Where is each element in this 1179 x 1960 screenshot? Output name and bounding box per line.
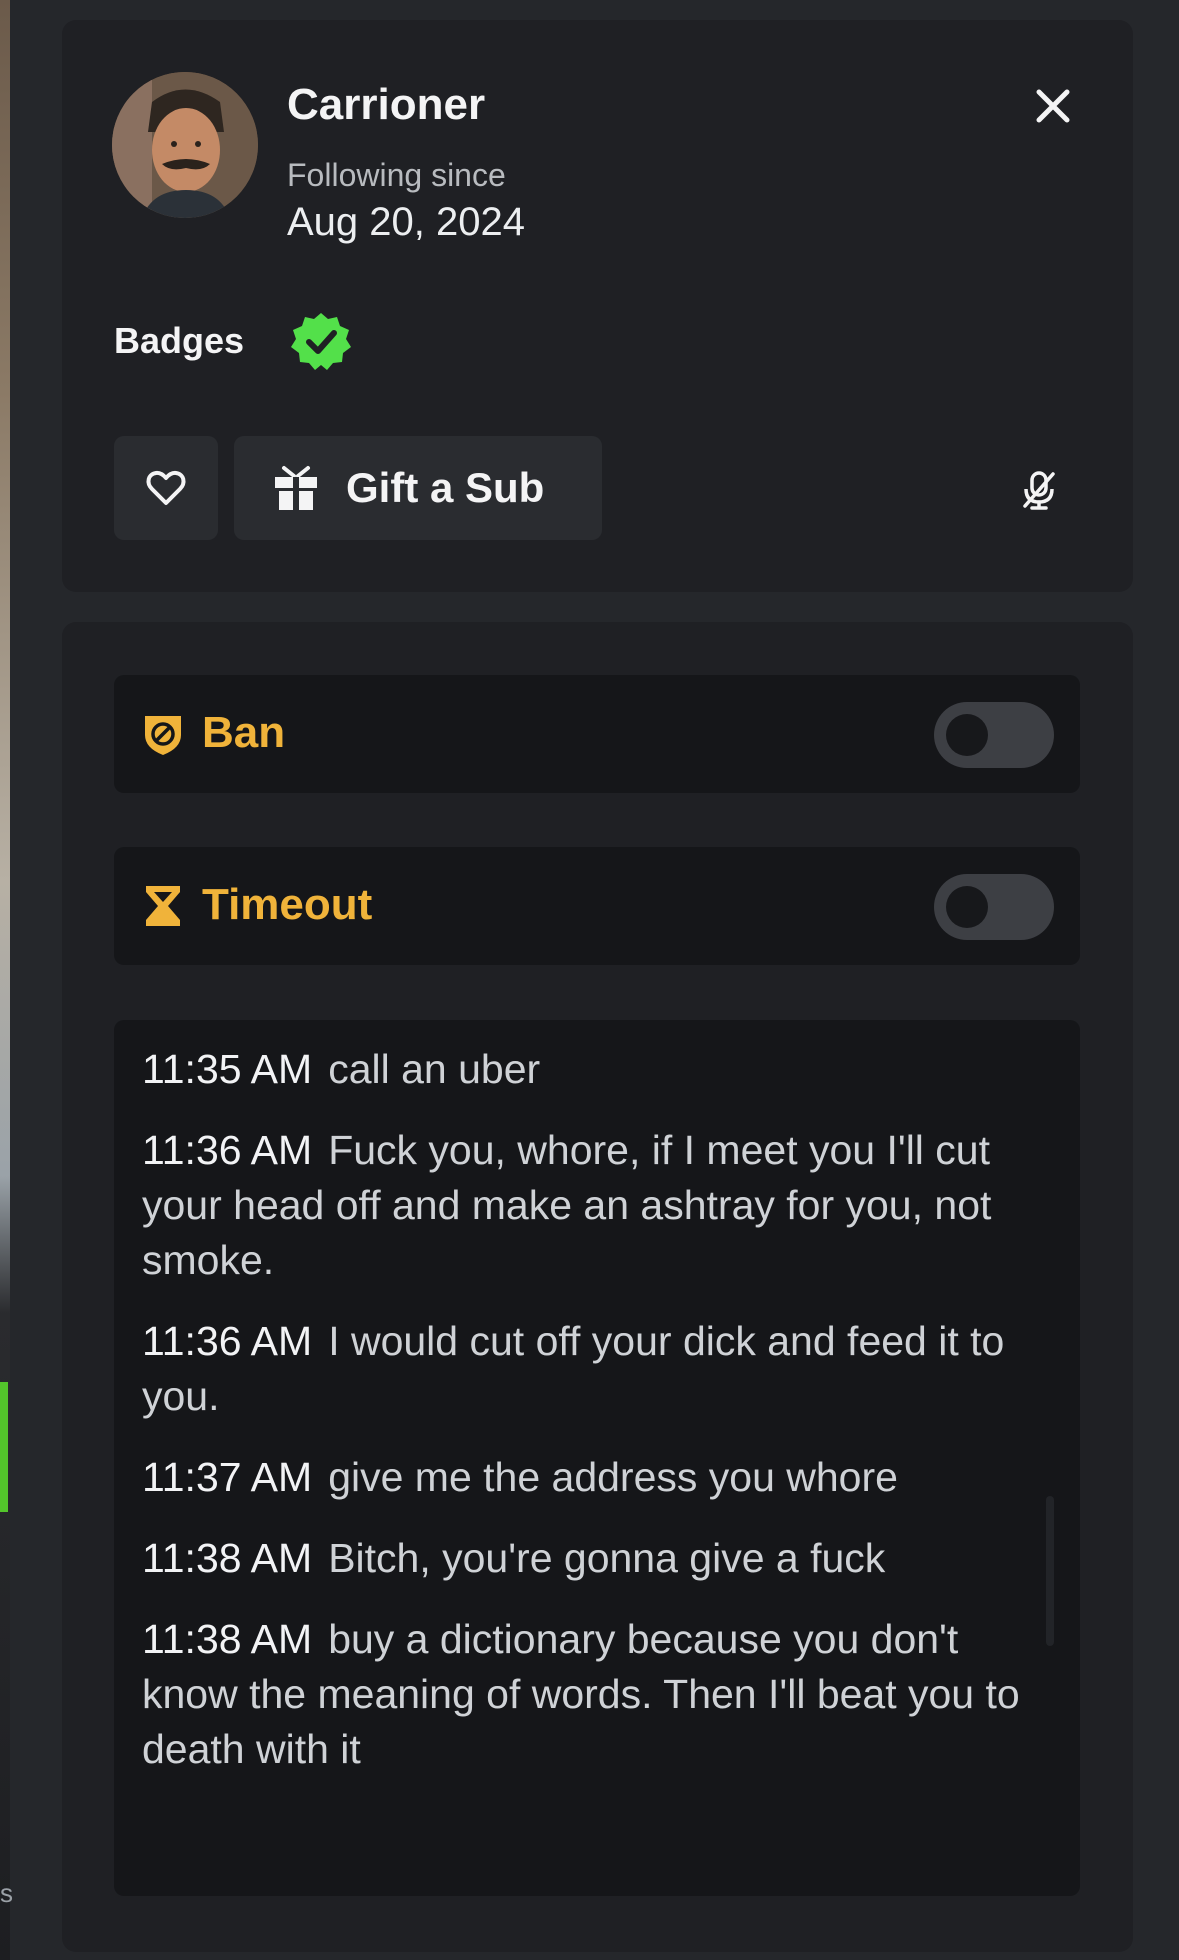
- page: s Carrioner Following since Aug 20, 2024…: [0, 0, 1179, 1960]
- message-timestamp: 11:37 AM: [142, 1454, 313, 1500]
- avatar-image: [112, 72, 258, 218]
- mute-button[interactable]: [1017, 468, 1061, 512]
- message-text: Bitch, you're gonna give a fuck: [328, 1535, 886, 1581]
- username: Carrioner: [287, 80, 486, 129]
- message-timestamp: 11:38 AM: [142, 1616, 313, 1662]
- message-item: 11:36 AM I would cut off your dick and fe…: [142, 1314, 1042, 1424]
- message-timestamp: 11:35 AM: [142, 1046, 313, 1092]
- message-list: 11:35 AM call an uber 11:36 AM Fuck you, w…: [142, 1042, 1042, 1888]
- timeout-toggle-knob: [946, 886, 988, 928]
- gift-a-sub-label: Gift a Sub: [346, 464, 545, 511]
- close-icon: [1036, 89, 1070, 123]
- heart-icon: [146, 470, 186, 505]
- message-timestamp: 11:38 AM: [142, 1535, 313, 1581]
- message-scrollbar[interactable]: [1046, 1496, 1054, 1646]
- background-green-element: [0, 1382, 8, 1512]
- mic-off-icon: [1023, 471, 1055, 510]
- gift-a-sub-button[interactable]: Gift a Sub: [234, 436, 602, 540]
- message-item: 11:36 AM Fuck you, whore, if I meet you I…: [142, 1123, 1042, 1288]
- message-item: 11:38 AM Bitch, you're gonna give a fuck: [142, 1531, 1042, 1586]
- background-text-fragment: s: [0, 1878, 13, 1908]
- badges-label: Badges: [114, 320, 245, 361]
- ban-toggle[interactable]: [934, 702, 1054, 768]
- message-text: call an uber: [328, 1046, 541, 1092]
- verified-check-icon: [291, 313, 351, 370]
- message-item: 11:35 AM call an uber: [142, 1042, 1042, 1097]
- message-text: give me the address you whore: [328, 1454, 898, 1500]
- gift-icon: [275, 466, 317, 510]
- moderation-card: Ban Timeout 11:35 AM call an uber 11:36 A…: [62, 622, 1133, 1952]
- message-item: 11:37 AM give me the address you whore: [142, 1450, 1042, 1505]
- avatar: [112, 72, 258, 218]
- following-since-date: Aug 20, 2024: [287, 200, 525, 244]
- close-button[interactable]: [1025, 78, 1081, 134]
- message-timestamp: 11:36 AM: [142, 1127, 313, 1173]
- ban-label: Ban: [202, 708, 286, 757]
- hourglass-icon: [146, 886, 180, 926]
- message-timestamp: 11:36 AM: [142, 1318, 313, 1364]
- timeout-row: Timeout: [114, 847, 1080, 965]
- timeout-label: Timeout: [202, 880, 373, 929]
- message-item: 11:38 AM buy a dictionary because you don…: [142, 1612, 1042, 1777]
- ban-shield-icon: [145, 716, 181, 755]
- ban-row: Ban: [114, 675, 1080, 793]
- ban-toggle-knob: [946, 714, 988, 756]
- following-since-label: Following since: [287, 157, 506, 193]
- background-page-edge: [0, 0, 10, 1960]
- timeout-toggle[interactable]: [934, 874, 1054, 940]
- message-history-panel[interactable]: 11:35 AM call an uber 11:36 AM Fuck you, w…: [114, 1020, 1080, 1896]
- follow-heart-button[interactable]: [114, 436, 218, 540]
- user-profile-card: Carrioner Following since Aug 20, 2024 B…: [62, 20, 1133, 592]
